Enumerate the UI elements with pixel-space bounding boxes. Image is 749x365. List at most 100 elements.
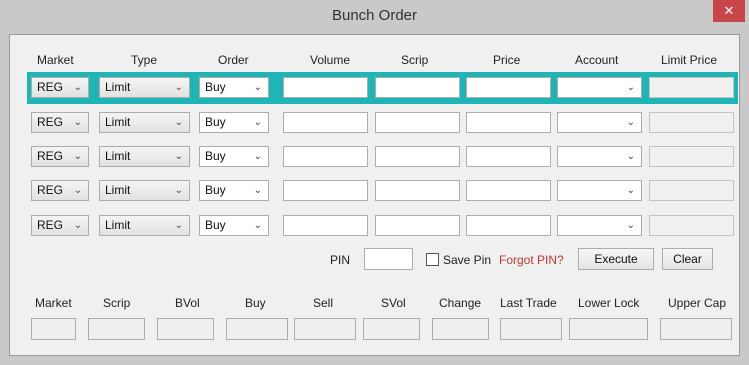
row-2-scrip-input[interactable]: [375, 112, 460, 133]
save-pin-checkbox[interactable]: [426, 253, 439, 266]
row-4-market-select-value: REG: [37, 183, 64, 197]
row-5-price-input[interactable]: [466, 215, 551, 236]
quote-header-svol: SVol: [381, 296, 406, 310]
quote-header-last-trade: Last Trade: [500, 296, 557, 310]
quote-header-market: Market: [35, 296, 72, 310]
row-3-order-select-value: Buy: [205, 149, 226, 163]
row-1-scrip-input[interactable]: [375, 77, 460, 98]
close-icon: ✕: [723, 3, 735, 18]
row-2-type-select[interactable]: Limit ⌄: [99, 112, 190, 133]
quote-lower-lock-box: [569, 318, 648, 340]
close-button[interactable]: ✕: [713, 0, 745, 22]
quote-sell-box: [294, 318, 356, 340]
row-1-type-select-value: Limit: [105, 80, 131, 94]
row-4-order-select-value: Buy: [205, 183, 226, 197]
quote-change-box: [432, 318, 489, 340]
row-5-limit-price-input: [649, 215, 734, 236]
chevron-down-icon: ⌄: [174, 185, 183, 196]
row-3-market-select[interactable]: REG ⌄: [31, 146, 89, 167]
row-4-market-select[interactable]: REG ⌄: [31, 180, 89, 201]
quote-svol-box: [363, 318, 420, 340]
window-title: Bunch Order: [331, 7, 418, 24]
row-5-type-select[interactable]: Limit ⌄: [99, 215, 190, 236]
row-1-market-select-value: REG: [37, 80, 64, 94]
header-market: Market: [37, 53, 74, 67]
quote-header-upper-cap: Upper Cap: [668, 296, 727, 310]
forgot-pin-link[interactable]: Forgot PIN?: [499, 253, 564, 267]
header-scrip: Scrip: [401, 53, 429, 67]
row-5-market-select-value: REG: [37, 218, 64, 232]
row-3-account-select[interactable]: ⌄: [557, 146, 642, 167]
quote-header-buy: Buy: [245, 296, 266, 310]
quote-market-box: [31, 318, 76, 340]
quote-header-sell: Sell: [313, 296, 334, 310]
quote-header-bvol: BVol: [175, 296, 200, 310]
execute-button[interactable]: Execute: [578, 248, 654, 270]
row-1-order-select[interactable]: Buy ⌄: [199, 77, 269, 98]
row-5-market-select[interactable]: REG ⌄: [31, 215, 89, 236]
chevron-down-icon: ⌄: [253, 82, 262, 93]
row-1-price-input[interactable]: [466, 77, 551, 98]
chevron-down-icon: ⌄: [73, 117, 82, 128]
quote-scrip-box: [88, 318, 145, 340]
chevron-down-icon: ⌄: [73, 220, 82, 231]
row-1-market-select[interactable]: REG ⌄: [31, 77, 89, 98]
header-account: Account: [575, 53, 619, 67]
row-3-type-select[interactable]: Limit ⌄: [99, 146, 190, 167]
quote-buy-box: [226, 318, 288, 340]
quote-header-change: Change: [439, 296, 482, 310]
row-2-order-select-value: Buy: [205, 115, 226, 129]
quote-header-scrip: Scrip: [103, 296, 131, 310]
header-type: Type: [131, 53, 158, 67]
chevron-down-icon: ⌄: [253, 185, 262, 196]
row-3-type-select-value: Limit: [105, 149, 131, 163]
chevron-down-icon: ⌄: [174, 220, 183, 231]
row-2-market-select-value: REG: [37, 115, 64, 129]
row-4-volume-input[interactable]: [283, 180, 368, 201]
row-1-account-select[interactable]: ⌄: [557, 77, 642, 98]
row-2-market-select[interactable]: REG ⌄: [31, 112, 89, 133]
row-2-order-select[interactable]: Buy ⌄: [199, 112, 269, 133]
row-5-order-select-value: Buy: [205, 218, 226, 232]
row-2-account-select[interactable]: ⌄: [557, 112, 642, 133]
chevron-down-icon: ⌄: [626, 220, 635, 231]
row-4-order-select[interactable]: Buy ⌄: [199, 180, 269, 201]
chevron-down-icon: ⌄: [174, 82, 183, 93]
header-order: Order: [218, 53, 249, 67]
row-1-type-select[interactable]: Limit ⌄: [99, 77, 190, 98]
quote-header-lower-lock: Lower Lock: [578, 296, 640, 310]
row-1-volume-input[interactable]: [283, 77, 368, 98]
row-5-account-select[interactable]: ⌄: [557, 215, 642, 236]
chevron-down-icon: ⌄: [73, 82, 82, 93]
chevron-down-icon: ⌄: [626, 151, 635, 162]
row-2-type-select-value: Limit: [105, 115, 131, 129]
quote-last-trade-box: [500, 318, 562, 340]
row-4-limit-price-input: [649, 180, 734, 201]
row-3-price-input[interactable]: [466, 146, 551, 167]
row-5-volume-input[interactable]: [283, 215, 368, 236]
row-2-volume-input[interactable]: [283, 112, 368, 133]
header-volume: Volume: [310, 53, 351, 67]
header-price: Price: [493, 53, 521, 67]
pin-input[interactable]: [364, 248, 413, 270]
row-5-type-select-value: Limit: [105, 218, 131, 232]
row-4-scrip-input[interactable]: [375, 180, 460, 201]
row-3-scrip-input[interactable]: [375, 146, 460, 167]
header-limit-price: Limit Price: [661, 53, 718, 67]
chevron-down-icon: ⌄: [174, 117, 183, 128]
row-1-order-select-value: Buy: [205, 80, 226, 94]
clear-button[interactable]: Clear: [662, 248, 713, 270]
row-4-price-input[interactable]: [466, 180, 551, 201]
chevron-down-icon: ⌄: [626, 185, 635, 196]
row-4-type-select[interactable]: Limit ⌄: [99, 180, 190, 201]
row-5-order-select[interactable]: Buy ⌄: [199, 215, 269, 236]
row-2-price-input[interactable]: [466, 112, 551, 133]
row-4-type-select-value: Limit: [105, 183, 131, 197]
chevron-down-icon: ⌄: [253, 151, 262, 162]
row-3-market-select-value: REG: [37, 149, 64, 163]
row-5-scrip-input[interactable]: [375, 215, 460, 236]
row-2-limit-price-input: [649, 112, 734, 133]
row-4-account-select[interactable]: ⌄: [557, 180, 642, 201]
row-3-order-select[interactable]: Buy ⌄: [199, 146, 269, 167]
row-3-volume-input[interactable]: [283, 146, 368, 167]
